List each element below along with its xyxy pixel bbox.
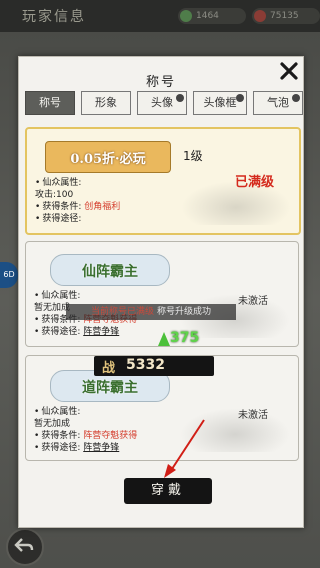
route-label: 获得途径: — [41, 327, 81, 337]
tab-bubble[interactable]: 气泡 — [253, 91, 303, 115]
tab-bar: 称号 形象 头像 头像框 气泡 — [25, 91, 303, 117]
back-arrow-icon — [14, 538, 34, 552]
combat-power-value: 5332 — [126, 357, 165, 373]
route-line: • 获得途径: 阵营争锋 — [34, 443, 120, 453]
close-button[interactable] — [277, 59, 301, 83]
resource-2-icon — [254, 10, 266, 22]
annotation-arrow-icon — [164, 419, 205, 478]
lock-icon — [176, 94, 184, 102]
tab-avatar-frame[interactable]: 头像框 — [193, 91, 247, 115]
toast-text: 称号升级成功 — [156, 307, 211, 317]
title-name: 仙阵霸主 — [82, 264, 138, 280]
title-card-1[interactable]: 0.05折·必玩 1级 已满级 • 仙众属性: 攻击:100 • 获得条件: 创角福… — [25, 127, 301, 235]
page-title: 玩家信息 — [22, 9, 86, 25]
lock-icon — [236, 94, 244, 102]
toast-message: 当前称号已满级 称号升级成功 — [66, 304, 236, 320]
tab-appearance[interactable]: 形象 — [81, 91, 131, 115]
close-icon — [280, 62, 298, 80]
route-link[interactable]: 阵营争锋 — [83, 327, 119, 337]
tab-bubble-label: 气泡 — [267, 96, 289, 109]
top-bar: 玩家信息 1464 75135 — [0, 0, 320, 32]
tab-appearance-label: 形象 — [95, 96, 117, 109]
resource-counter-2: 75135 — [252, 8, 320, 24]
resource-1-value: 1464 — [196, 11, 219, 21]
status-inactive: 未激活 — [238, 296, 268, 307]
lock-icon — [292, 94, 300, 102]
title-plaque: 0.05折·必玩 — [45, 141, 171, 173]
route-label: 获得途径: — [41, 443, 81, 453]
route-line: • 获得途径: — [35, 214, 82, 224]
tab-avatar-label: 头像 — [151, 96, 173, 109]
resource-counter-1: 1464 — [178, 8, 246, 24]
cond-value: 创角福利 — [84, 202, 121, 212]
power-gain-value: 375 — [170, 330, 200, 346]
title-plaque: 仙阵霸主 — [50, 254, 170, 286]
back-button[interactable] — [6, 528, 44, 566]
title-level: 1级 — [183, 149, 203, 163]
panel-title: 称号 — [145, 75, 176, 90]
route-line: • 获得途径: 阵营争锋 — [34, 327, 120, 337]
route-link[interactable]: 阵营争锋 — [83, 443, 119, 453]
equip-button[interactable]: 穿戴 — [124, 478, 212, 504]
title-name: 0.05折·必玩 — [70, 152, 146, 167]
tab-avatar[interactable]: 头像 — [137, 91, 187, 115]
resource-1-icon — [180, 10, 192, 22]
resource-2-value: 75135 — [270, 11, 299, 21]
combat-power-label: 战 — [102, 361, 116, 376]
up-arrow-icon — [158, 332, 170, 346]
tab-title-label: 称号 — [39, 96, 61, 109]
tab-title[interactable]: 称号 — [25, 91, 75, 115]
tab-avatar-frame-label: 头像框 — [203, 96, 237, 109]
title-name: 道阵霸主 — [82, 380, 138, 396]
route-label: 获得途径: — [42, 214, 82, 224]
status-maxed: 已满级 — [235, 175, 275, 190]
status-inactive: 未激活 — [238, 410, 268, 421]
combat-power-banner: 战 5332 — [94, 356, 214, 376]
power-gain: 375 — [158, 330, 208, 352]
toast-prefix: 当前称号已满级 — [91, 307, 155, 317]
